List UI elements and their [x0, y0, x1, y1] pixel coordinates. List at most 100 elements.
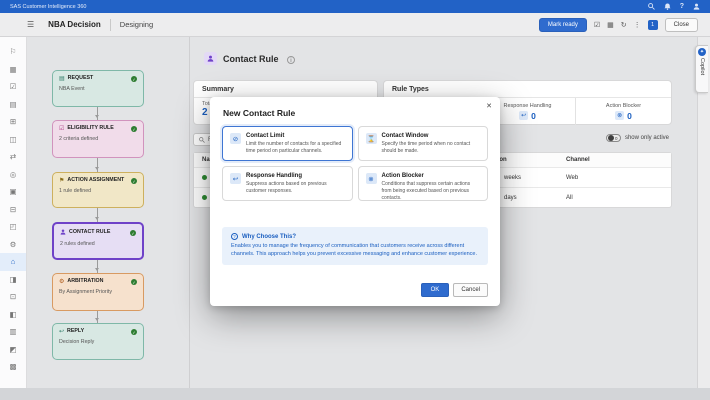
rail-icon-14[interactable]: ◨ [0, 271, 26, 289]
help-icon[interactable]: ? [680, 3, 684, 10]
rail-icon-8[interactable]: ◎ [0, 166, 26, 184]
action-blocker-icon: ⊗ [366, 173, 377, 184]
rule-type-cards: ⊘ Contact Limit Limit the number of cont… [222, 126, 488, 201]
copilot-icon: ✦ [698, 48, 706, 56]
contact-window-icon: ⌛ [366, 133, 377, 144]
node-label: REPLY [67, 329, 128, 335]
check-icon [131, 329, 137, 335]
refresh-icon[interactable]: ↻ [621, 21, 627, 29]
page-title: Contact Rule [223, 54, 279, 64]
rule-duration: days [504, 195, 517, 201]
rule-type-count: 0 [627, 111, 632, 121]
rail-icon-13[interactable]: ⌂ [0, 253, 26, 271]
card-description: Suppress actions based on previous custo… [246, 181, 345, 195]
check-icon [131, 126, 137, 132]
rule-type-label: Response Handling [503, 103, 551, 109]
ok-button[interactable]: OK [421, 283, 450, 297]
rail-icon-1[interactable]: ⚐ [0, 43, 26, 61]
app-title: SAS Customer Intelligence 360 [10, 4, 86, 10]
validate-icon[interactable]: ☑ [594, 21, 600, 29]
copilot-tab[interactable]: ✦ Copilot [695, 45, 708, 93]
close-button[interactable]: Close [665, 18, 698, 32]
rail-icon-3[interactable]: ☑ [0, 78, 26, 96]
check-icon [131, 76, 137, 82]
action-blocker-icon: ⊗ [615, 111, 624, 120]
flow-connector [97, 260, 98, 273]
rail-icon-6[interactable]: ◫ [0, 131, 26, 149]
save-icon[interactable]: ▦ [607, 21, 614, 29]
rail-icon-11[interactable]: ◰ [0, 218, 26, 236]
node-label: ELIGIBILITY RULE [67, 126, 128, 132]
rail-icon-10[interactable]: ⊟ [0, 201, 26, 219]
new-contact-rule-modal: New Contact Rule ✕ ⊘ Contact Limit Limit… [210, 97, 500, 306]
rail-icon-4[interactable]: ▤ [0, 96, 26, 114]
more-icon[interactable]: ⋮ [634, 21, 641, 29]
rule-channel: Web [566, 175, 578, 181]
why-choose-this-box: ? Why Choose This? Enables you to manage… [222, 227, 488, 265]
rail-icon-5[interactable]: ⊞ [0, 113, 26, 131]
rail-icon-12[interactable]: ⚙ [0, 236, 26, 254]
top-application-bar: SAS Customer Intelligence 360 ? [0, 0, 710, 13]
why-title: Why Choose This? [242, 234, 296, 240]
notifications-icon[interactable] [664, 3, 671, 10]
card-description: Conditions that suppress certain actions… [382, 181, 481, 201]
card-title: Contact Limit [246, 133, 345, 139]
rail-icon-17[interactable]: ▥ [0, 323, 26, 341]
flow-connector [97, 208, 98, 222]
rail-icon-19[interactable]: ▩ [0, 358, 26, 376]
check-icon [131, 279, 137, 285]
active-status-dot [202, 175, 207, 180]
cancel-button[interactable]: Cancel [453, 283, 488, 297]
eligibility-icon: ☑ [59, 126, 64, 132]
reply-icon: ↩ [59, 329, 64, 335]
close-icon[interactable]: ✕ [486, 102, 492, 110]
person-icon [60, 229, 66, 237]
rail-icon-15[interactable]: ⊡ [0, 288, 26, 306]
rule-type-action-blocker: Action Blocker ⊗ 0 [575, 98, 671, 125]
node-sublabel: By Assignment Priority [59, 289, 137, 295]
rail-icon-16[interactable]: ◧ [0, 306, 26, 324]
copilot-label: Copilot [699, 58, 705, 75]
rail-icon-18[interactable]: ◩ [0, 341, 26, 359]
decision-title: NBA Decision [48, 20, 101, 29]
flow-node-eligibility-rule[interactable]: ☑ ELIGIBILITY RULE 2 criteria defined [52, 120, 144, 158]
mark-ready-button[interactable]: Mark ready [539, 18, 587, 32]
bottom-strip [0, 388, 710, 400]
flow-node-arbitration[interactable]: ⚙ ARBITRATION By Assignment Priority [52, 273, 144, 311]
response-handling-card[interactable]: ↩ Response Handling Suppress actions bas… [222, 166, 353, 201]
response-handling-icon: ↩ [519, 111, 528, 120]
search-icon[interactable] [648, 3, 655, 10]
request-icon: ▤ [59, 76, 65, 82]
flow-node-contact-rule[interactable]: CONTACT RULE 2 rules defined [52, 222, 144, 260]
flow-node-action-assignment[interactable]: ⚑ ACTION ASSIGNMENT 1 rule defined [52, 172, 144, 208]
arbitration-icon: ⚙ [59, 279, 64, 285]
toggle-label: show only active [625, 135, 669, 141]
contact-window-card[interactable]: ⌛ Contact Window Specify the time period… [358, 126, 489, 161]
menu-icon[interactable]: ☰ [27, 20, 34, 29]
toggle-knob [608, 135, 614, 141]
show-only-active-toggle[interactable]: 0 show only active [606, 134, 669, 142]
rail-icon-2[interactable]: ▦ [0, 61, 26, 79]
contact-rule-icon [204, 52, 217, 65]
node-label: ACTION ASSIGNMENT [67, 178, 128, 184]
flow-node-reply[interactable]: ↩ REPLY Decision Reply [52, 323, 144, 360]
node-sublabel: Decision Reply [59, 339, 137, 345]
action-blocker-card[interactable]: ⊗ Action Blocker Conditions that suppres… [358, 166, 489, 201]
response-handling-icon: ↩ [230, 173, 241, 184]
contact-limit-card[interactable]: ⊘ Contact Limit Limit the number of cont… [222, 126, 353, 161]
node-sublabel: 1 rule defined [59, 188, 137, 194]
notification-count-badge[interactable]: 1 [648, 20, 658, 30]
node-sublabel: NBA Event [59, 86, 137, 92]
rail-icon-7[interactable]: ⇄ [0, 148, 26, 166]
info-icon[interactable]: i [287, 56, 295, 64]
action-assignment-icon: ⚑ [59, 178, 64, 184]
node-label: REQUEST [68, 76, 128, 82]
header-divider [110, 19, 111, 31]
user-icon[interactable] [693, 3, 700, 10]
flow-node-request[interactable]: ▤ REQUEST NBA Event [52, 70, 144, 107]
rule-type-label: Action Blocker [606, 103, 641, 109]
rail-icon-9[interactable]: ▣ [0, 183, 26, 201]
active-status-dot [202, 195, 207, 200]
rule-type-count: 0 [531, 111, 536, 121]
rule-duration: weeks [504, 175, 521, 181]
